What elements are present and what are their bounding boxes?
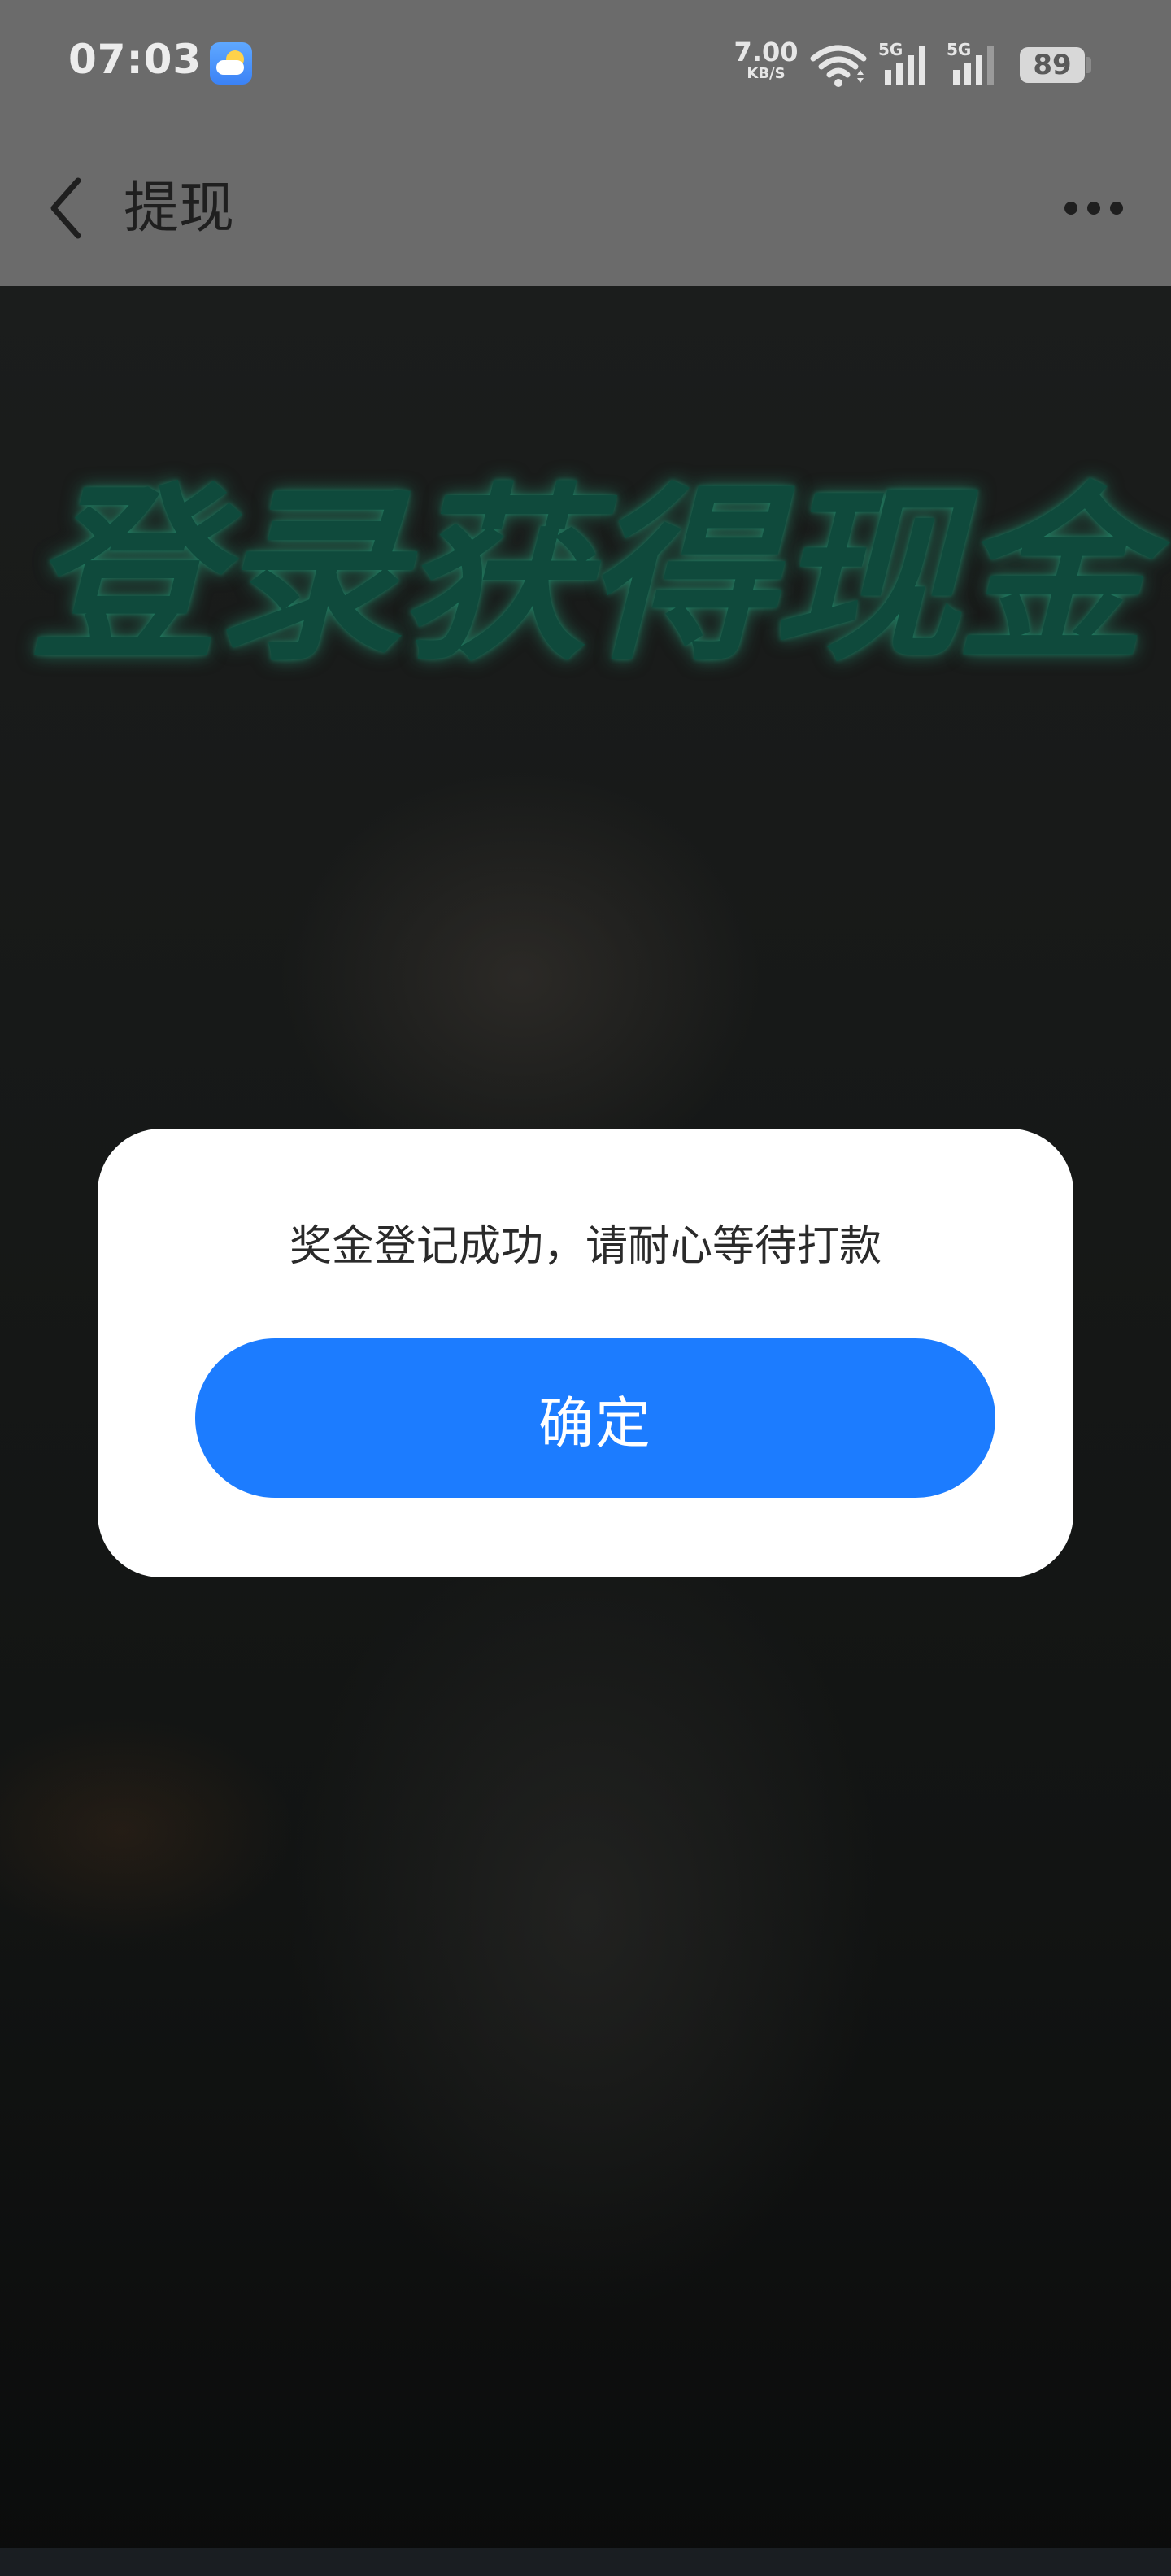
chevron-left-icon [50, 177, 81, 239]
signal-icon: 5G [947, 41, 994, 85]
battery-tip [1086, 57, 1091, 73]
confirm-button[interactable]: 确定 [195, 1338, 995, 1498]
bottom-strip [0, 2548, 1171, 2576]
success-dialog: 奖金登记成功，请耐心等待打款 确定 [98, 1129, 1073, 1577]
svg-text:5G: 5G [947, 41, 971, 59]
status-bar: 07:03 7.00 KB/S 5G 5G 89 [0, 0, 1171, 130]
wifi-icon [810, 45, 867, 87]
battery-icon: 89 [1020, 47, 1085, 83]
page-title: 提现 [124, 176, 235, 241]
battery-level: 89 [1033, 49, 1072, 81]
network-speed-unit: KB/S [747, 65, 786, 82]
svg-text:5G: 5G [878, 41, 903, 59]
nav-bar: 提现 [0, 130, 1171, 286]
signal-icon: 5G [878, 41, 925, 85]
network-speed-value: 7.00 [734, 37, 799, 67]
dialog-message: 奖金登记成功，请耐心等待打款 [289, 1222, 882, 1271]
promo-title: 登录获得现金 [28, 464, 1145, 686]
network-speed: 7.00 KB/S [734, 39, 799, 81]
more-dots-icon [1064, 202, 1123, 215]
weather-icon [210, 42, 252, 85]
back-button[interactable] [33, 171, 98, 246]
more-button[interactable] [1057, 182, 1130, 234]
status-time: 07:03 [68, 36, 202, 83]
